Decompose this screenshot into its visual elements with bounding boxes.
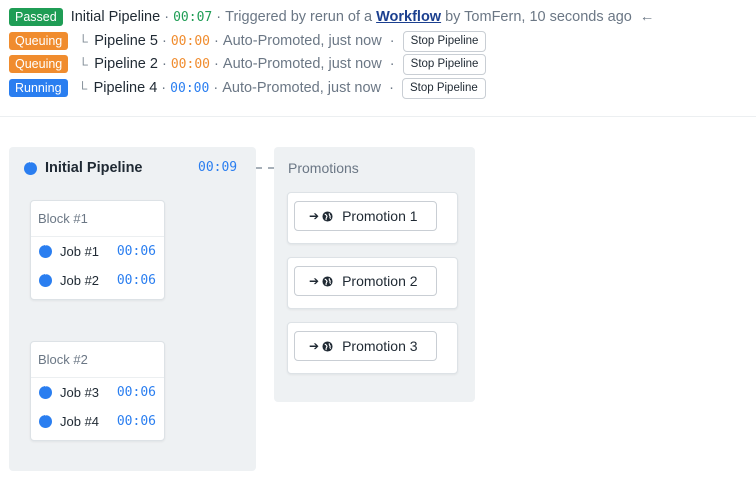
separator-dot: · [164, 9, 170, 25]
job-name: Job #3 [60, 385, 100, 400]
pipeline-name[interactable]: Pipeline 5 [94, 33, 158, 49]
pipeline-panel-title[interactable]: Initial Pipeline [24, 157, 143, 177]
workflow-link[interactable]: Workflow [376, 9, 441, 25]
separator-dot: · [161, 33, 167, 49]
separator-dot: · [216, 9, 222, 25]
globe-icon [322, 275, 333, 287]
pipeline-duration: 00:07 [173, 9, 213, 25]
promotion-button[interactable]: ➔ Promotion 3 [294, 331, 437, 361]
separator-dot: · [161, 80, 167, 96]
separator-dot: · [161, 56, 167, 72]
pipeline-panel-duration: 00:09 [198, 160, 238, 175]
job-row[interactable]: Job #1 00:06 [31, 237, 164, 266]
promotion-description: Auto-Promoted, just now [222, 33, 382, 49]
separator-dot: · [389, 56, 395, 72]
job-name: Job #1 [60, 244, 100, 259]
pipeline-duration: 00:00 [170, 56, 210, 72]
separator-dot: · [214, 56, 219, 72]
job-duration: 00:06 [116, 414, 156, 429]
pipeline-duration: 00:00 [170, 33, 210, 49]
running-dots-icon [39, 269, 52, 287]
pipeline-summary-row: Passed Initial Pipeline · 00:07 · Trigge… [9, 7, 654, 27]
running-dots-icon [24, 157, 37, 175]
status-badge-queuing: Queuing [9, 55, 69, 73]
status-badge-queuing: Queuing [9, 32, 69, 50]
promotion-label: Promotion 3 [342, 338, 418, 354]
promotion-description: Auto-Promoted, just now [222, 56, 382, 72]
promotion-card: ➔ Promotion 2 [287, 257, 458, 309]
promotions-title: Promotions [288, 160, 359, 176]
job-name: Job #2 [60, 273, 100, 288]
block-card: Block #2 Job #3 00:06 Job #4 00:06 [30, 341, 165, 441]
job-row[interactable]: Job #2 00:06 [31, 266, 164, 295]
status-badge-passed: Passed [9, 8, 63, 26]
stop-pipeline-button[interactable]: Stop Pipeline [402, 30, 487, 52]
separator-dot: · [213, 80, 219, 96]
running-dots-icon [39, 381, 52, 399]
promotion-card: ➔ Promotion 1 [287, 192, 458, 244]
tree-branch-icon: └ [78, 56, 88, 72]
promotion-label: Promotion 1 [342, 208, 418, 224]
block-card: Block #1 Job #1 00:06 Job #2 00:06 [30, 200, 165, 300]
arrow-right-icon: ➔ [309, 274, 320, 288]
job-duration: 00:06 [116, 385, 156, 400]
promotion-label: Promotion 2 [342, 273, 418, 289]
tree-branch-icon: └ [78, 33, 88, 49]
stop-pipeline-button[interactable]: Stop Pipeline [402, 53, 487, 75]
trigger-author-time: by TomFern, 10 seconds ago [445, 9, 632, 25]
separator-dot: · [389, 80, 394, 96]
job-row[interactable]: Job #3 00:06 [31, 378, 164, 407]
promoted-pipeline-row: Running └ Pipeline 4 · 00:00 · Auto-Prom… [9, 77, 486, 99]
job-row[interactable]: Job #4 00:06 [31, 407, 164, 436]
arrow-right-icon: ➔ [309, 209, 320, 223]
tree-branch-icon: └ [77, 80, 88, 96]
pipeline-name[interactable]: Pipeline 2 [94, 56, 158, 72]
promotion-button[interactable]: ➔ Promotion 1 [294, 201, 437, 231]
pipeline-promotion-connector [256, 167, 274, 169]
block-name: Block #2 [31, 342, 164, 378]
running-dots-icon [39, 410, 52, 428]
job-duration: 00:06 [116, 273, 156, 288]
job-duration: 00:06 [116, 244, 156, 259]
promotion-button[interactable]: ➔ Promotion 2 [294, 266, 437, 296]
pipeline-name[interactable]: Initial Pipeline [71, 9, 160, 25]
block-name: Block #1 [31, 201, 164, 237]
trigger-text: Triggered by rerun of a [225, 9, 373, 25]
separator-dot: · [214, 33, 219, 49]
job-name: Job #4 [60, 414, 100, 429]
promotion-description: Auto-Promoted, just now [222, 80, 381, 96]
promoted-pipeline-row: Queuing └ Pipeline 5 · 00:00 · Auto-Prom… [9, 30, 487, 52]
running-dots-icon [39, 240, 52, 258]
pipeline-name[interactable]: Pipeline 4 [94, 80, 158, 96]
section-divider [0, 116, 756, 117]
globe-icon [322, 210, 333, 222]
promotion-card: ➔ Promotion 3 [287, 322, 458, 374]
pipeline-title-text: Initial Pipeline [45, 160, 143, 176]
arrow-right-icon: ➔ [309, 339, 320, 353]
status-badge-running: Running [9, 79, 68, 97]
promoted-pipeline-row: Queuing └ Pipeline 2 · 00:00 · Auto-Prom… [9, 53, 487, 75]
stop-pipeline-button[interactable]: Stop Pipeline [401, 77, 486, 99]
separator-dot: · [389, 33, 395, 49]
globe-icon [322, 340, 333, 352]
pipeline-duration: 00:00 [170, 80, 210, 96]
back-arrow-icon: ← [639, 9, 655, 25]
